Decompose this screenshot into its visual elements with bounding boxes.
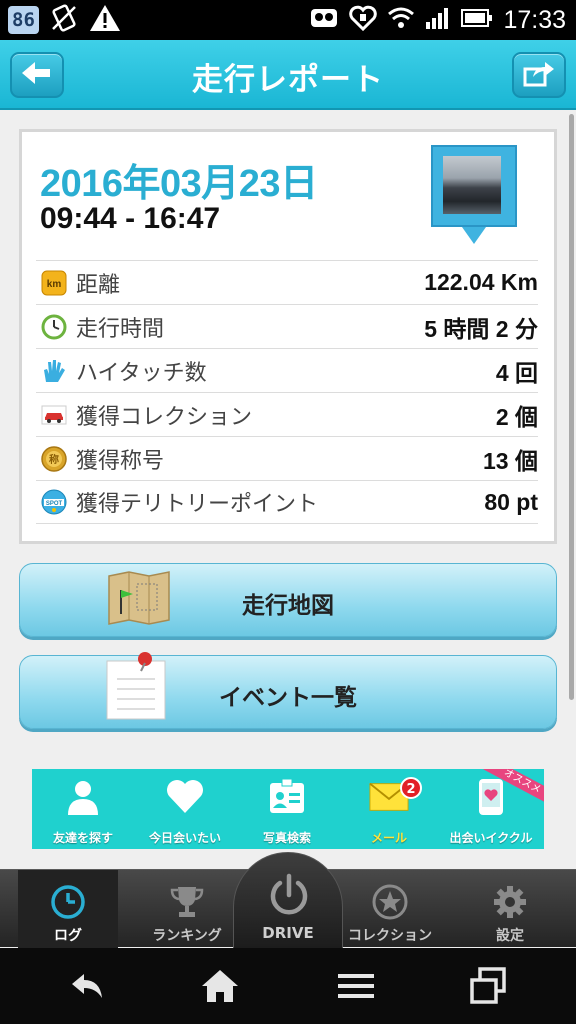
share-icon (523, 59, 555, 91)
system-nav-bar (0, 948, 576, 1024)
drive-map-label: 走行地図 (242, 593, 334, 619)
svg-text:称: 称 (49, 453, 59, 466)
photo-id-icon (267, 777, 307, 817)
stat-value: 122.04 Km (424, 269, 538, 295)
heart-icon (349, 5, 378, 35)
system-recents-icon[interactable] (468, 966, 508, 1006)
heart-icon (165, 777, 205, 817)
clock-icon (40, 313, 68, 341)
star-icon (372, 884, 408, 920)
stat-row-hi-touch: ハイタッチ数 4 回 (36, 348, 538, 392)
stat-label: ハイタッチ数 (76, 360, 207, 386)
svg-text:km: km (47, 279, 62, 290)
notification-badge: 86 (8, 6, 39, 34)
trophy-icon (169, 884, 205, 920)
scrollbar[interactable] (569, 114, 574, 700)
stat-label: 獲得称号 (76, 448, 165, 474)
report-card: 2016年03月23日 09:44 - 16:47 km 距離 122.04 K… (19, 129, 557, 544)
promo-banner[interactable]: 友達を探す 今日会いたい 写真検索 2 メール 出会いイククル オススメ (32, 769, 544, 849)
phone-heart-icon (471, 777, 511, 817)
stat-label: 距離 (76, 272, 121, 298)
page-title: 走行レポート (192, 62, 384, 98)
app-header: 走行レポート (0, 40, 576, 110)
power-icon (266, 873, 312, 919)
km-icon: km (40, 269, 68, 297)
spot-icon: SPOT (40, 488, 68, 516)
car-photo-thumbnail (443, 156, 501, 214)
photo-pin[interactable] (431, 145, 517, 255)
stat-row-titles: 称 獲得称号 13 個 (36, 436, 538, 480)
system-back-icon[interactable] (68, 966, 108, 1006)
mail-count-badge: 2 (400, 777, 422, 799)
medal-icon: 称 (40, 445, 68, 473)
stat-value: 5 時間 2 分 (424, 315, 538, 342)
clock-time: 17:33 (503, 5, 566, 34)
promo-want-to-meet[interactable]: 今日会いたい (134, 769, 236, 849)
svg-text:SPOT: SPOT (46, 501, 63, 507)
report-date: 2016年03月23日 (40, 163, 318, 205)
system-menu-icon[interactable] (336, 966, 376, 1006)
stat-value: 4 回 (495, 359, 538, 386)
status-bar: 86 17:33 (0, 0, 576, 40)
event-list-button[interactable]: イベント一覧 (19, 652, 557, 729)
promo-mail[interactable]: 2 メール (338, 769, 440, 849)
report-time-range: 09:44 - 16:47 (40, 202, 221, 235)
stat-row-collection: 獲得コレクション 2 個 (36, 392, 538, 436)
clock-icon (50, 884, 86, 920)
share-button[interactable] (512, 52, 566, 98)
warning-icon (89, 3, 121, 37)
signal-icon (425, 6, 451, 34)
no-sim-icon (49, 3, 79, 37)
system-home-icon[interactable] (200, 966, 240, 1006)
drive-button[interactable]: DRIVE (233, 852, 343, 948)
wifi-icon (387, 6, 415, 34)
tab-log[interactable]: ログ (18, 870, 118, 948)
person-icon (63, 777, 103, 817)
promo-photo-search[interactable]: 写真検索 (236, 769, 338, 849)
stat-label: 獲得テリトリーポイント (76, 492, 319, 517)
stat-row-drive-time: 走行時間 5 時間 2 分 (36, 304, 538, 348)
tab-collection[interactable]: コレクション (340, 870, 440, 948)
stat-row-distance: km 距離 122.04 Km (36, 260, 538, 304)
stats-list: km 距離 122.04 Km 走行時間 5 時間 2 分 ハイタッチ数 4 回… (36, 260, 538, 524)
mask-icon (309, 5, 339, 35)
event-list-label: イベント一覧 (219, 685, 357, 711)
stat-value: 2 個 (495, 403, 538, 430)
battery-icon (461, 8, 493, 32)
stat-value: 13 個 (483, 447, 538, 474)
stat-row-territory: SPOT 獲得テリトリーポイント 80 pt (36, 480, 538, 524)
gear-icon (492, 884, 528, 920)
drive-map-button[interactable]: 走行地図 (19, 563, 557, 637)
promo-find-friends[interactable]: 友達を探す (32, 769, 134, 849)
car-icon (40, 401, 68, 429)
stat-value: 80 pt (484, 488, 538, 515)
tab-settings[interactable]: 設定 (460, 870, 560, 948)
stat-label: 獲得コレクション (76, 404, 253, 430)
hi-touch-icon (40, 357, 68, 385)
tab-ranking[interactable]: ランキング (137, 870, 237, 948)
stat-label: 走行時間 (76, 316, 165, 342)
